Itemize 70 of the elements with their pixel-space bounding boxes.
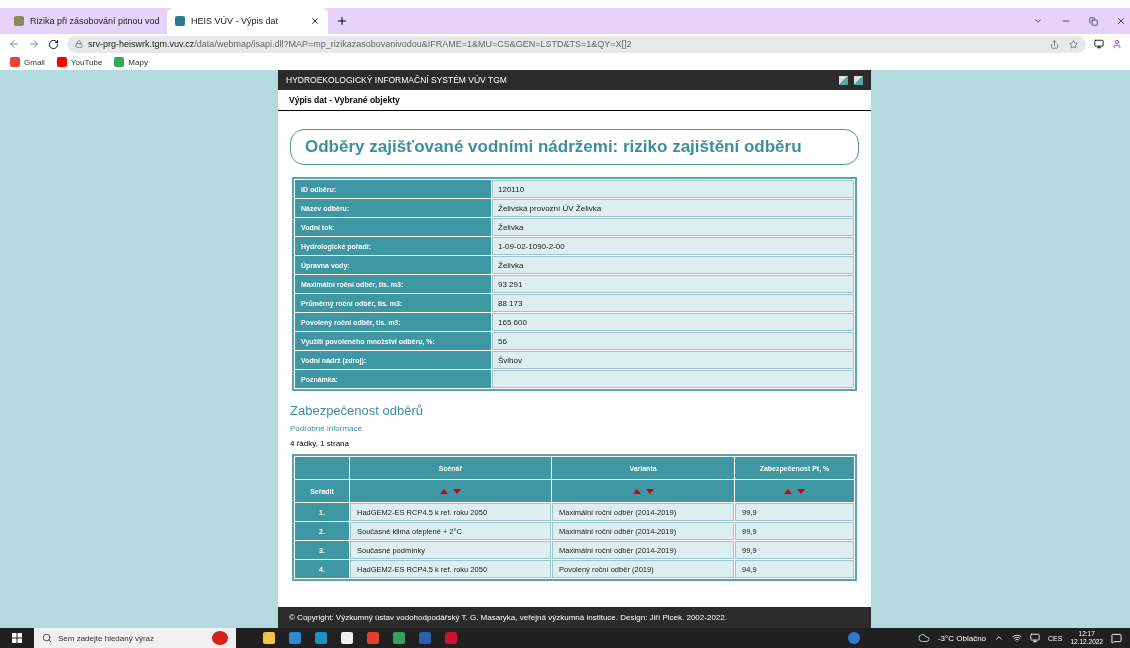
notification-icon[interactable] (1111, 632, 1122, 644)
taskbar-app-icon[interactable] (445, 632, 457, 644)
section-title: Zabezpečenost odběrů (290, 403, 424, 418)
url-text: srv-prg-heiswrk.tgm.vuv.cz/data/webmap/isapi.dll?MAP=mp_rizikazasobovanivodou&IFRAME=1&MU=CS&GEN=LSTD&TS=1&QY=X[]2 (88, 39, 632, 49)
sort-up-icon[interactable] (440, 488, 448, 494)
network-icon[interactable] (1012, 633, 1023, 643)
page-title: Odběry zajišťované vodními nádržemi: riziko zajištění odběru (290, 129, 859, 165)
display-icon[interactable] (1030, 633, 1041, 643)
favicon-icon (56, 57, 67, 67)
page-subtitle: Výpis dat - Vybrané objekty (289, 95, 400, 105)
bookmark[interactable]: YouTube (56, 57, 103, 67)
row-count: 4 řádky, 1 strana (290, 439, 350, 448)
field-value: Švihov (492, 351, 854, 369)
cloud-icon[interactable] (917, 632, 930, 644)
field-value: 165 600 (492, 313, 854, 331)
search-icon (42, 633, 52, 643)
share-icon[interactable] (1050, 39, 1059, 49)
close-icon[interactable] (1116, 16, 1126, 26)
field-value: Želivská provozní ÚV Želivka (492, 199, 854, 217)
sort-up-icon[interactable] (632, 488, 641, 494)
chevron-down-icon[interactable] (1033, 16, 1043, 26)
taskbar-search-field[interactable]: Sem zadejte hledaný výraz (34, 628, 236, 648)
field-value: 88 173 (492, 294, 854, 312)
bookmark-label: Mapy (128, 57, 148, 67)
forward-icon[interactable] (28, 38, 40, 50)
sort-down-icon[interactable] (453, 488, 461, 494)
header-cell (295, 457, 349, 479)
browser-tab[interactable]: HEIS VÚV - Výpis dat (167, 8, 328, 34)
lock-icon (75, 40, 83, 48)
field-value: 1-09-02-1090-2-00 (492, 237, 854, 255)
close-icon[interactable] (310, 16, 320, 26)
back-icon[interactable] (8, 38, 20, 50)
tab-title: HEIS VÚV - Výpis dat (191, 16, 280, 26)
bookmark[interactable]: Gmail (10, 57, 45, 67)
restore-icon[interactable] (1089, 16, 1098, 26)
site-header-title: HYDROEKOLOGICKÝ INFORMAČNÍ SYSTÉM VÚV TGM (286, 75, 508, 85)
weather-text: -3°C Oblačno (937, 633, 987, 643)
field-value: 120110 (492, 180, 854, 198)
bookmark-label: Gmail (24, 57, 45, 67)
address-bar[interactable]: srv-prg-heiswrk.tgm.vuv.cz/data/webmap/isapi.dll?MAP=mp_rizikazasobovanivodou&IFRAME=1&MU=CS&GEN=LSTD&TS=1&QY=X[]2 (67, 35, 1086, 53)
bookmark[interactable]: Mapy (114, 57, 148, 67)
field-value: 56 (492, 332, 854, 350)
favicon-icon (10, 57, 20, 67)
plus-icon[interactable] (336, 15, 348, 27)
field-value: Želivka (492, 218, 854, 236)
taskbar-app-icon[interactable] (419, 632, 431, 644)
search-placeholder: Sem zadejte hledaný výraz (58, 633, 155, 643)
bookmark-label: YouTube (70, 57, 103, 67)
taskbar-app-icon[interactable] (393, 632, 405, 644)
tab-title: Rizika při zásobování pitnou vod (30, 16, 160, 26)
taskbar-app-icon[interactable] (367, 632, 379, 644)
favicon-icon (14, 16, 24, 26)
taskbar-app-icon[interactable] (341, 632, 353, 644)
sort-down-icon[interactable] (797, 488, 805, 494)
profile-icon[interactable] (1112, 39, 1122, 49)
field-value: 93 291 (492, 275, 854, 293)
favicon-icon (175, 16, 185, 26)
field-value: Želivka (492, 256, 854, 274)
copyright-text: © Copyright: Výzkumný ústav vodohodpodářský T. G. Masaryka, veřejná výzkumná instituce. Design: Jiří Picek. 2002-2022. (289, 613, 727, 622)
reload-icon[interactable] (48, 38, 59, 50)
sort-up-icon[interactable] (784, 488, 792, 494)
star-icon[interactable] (1069, 39, 1078, 49)
taskbar-app-icon[interactable] (289, 632, 301, 644)
taskbar-app-icon[interactable] (263, 632, 275, 644)
chevron-up-icon[interactable] (994, 633, 1005, 643)
favicon-icon (114, 57, 125, 67)
windows-start-icon[interactable] (12, 633, 22, 643)
taskbar-app-icon[interactable] (315, 632, 327, 644)
details-link[interactable]: Podrobné informace (290, 424, 859, 433)
sort-down-icon[interactable] (645, 488, 654, 494)
